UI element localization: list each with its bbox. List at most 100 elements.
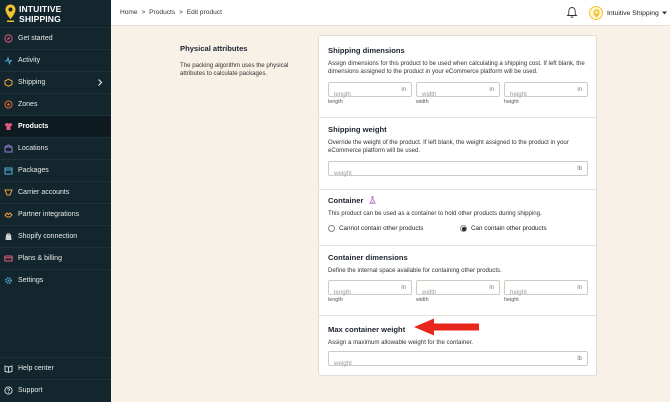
- shirt-icon: [4, 122, 13, 131]
- red-arrow-annotation: [414, 318, 479, 336]
- gear-icon: [4, 276, 13, 285]
- shipping-width-input[interactable]: [417, 88, 499, 101]
- sidebar-item-label: Partner integrations: [18, 211, 80, 218]
- container-dimensions-section: Container dimensions Define the internal…: [319, 246, 596, 316]
- radio-can-contain[interactable]: [460, 225, 467, 232]
- shipping-weight-input[interactable]: [329, 167, 587, 180]
- sidebar-nav: Get started Activity Shipping Zones Prod…: [0, 27, 111, 291]
- sidebar-item-label: Products: [18, 123, 49, 130]
- breadcrumb-home[interactable]: Home: [120, 9, 138, 16]
- max-container-weight-title: Max container weight: [328, 325, 406, 334]
- location-pin-icon: [5, 4, 16, 22]
- cannot-contain-option[interactable]: Cannot contain other products: [328, 225, 423, 232]
- max-container-weight-input[interactable]: [329, 357, 587, 370]
- caret-down-icon: [661, 11, 667, 15]
- shipping-weight-description: Override the weight of the product. If l…: [328, 139, 569, 154]
- compass-icon: [4, 34, 13, 43]
- account-avatar: [589, 6, 603, 20]
- location-pin-icon: [593, 8, 599, 18]
- brand-name: INTUITIVE SHIPPING: [19, 4, 61, 24]
- unit-label: in: [577, 285, 582, 291]
- sidebar-bottom-nav: Help center Support: [0, 357, 111, 401]
- shipping-width-field[interactable]: in: [416, 82, 500, 101]
- sidebar-item-products[interactable]: Products: [0, 115, 111, 137]
- sidebar-item-label: Activity: [18, 57, 41, 64]
- unit-label: in: [489, 87, 494, 93]
- shipping-weight-section: Shipping weight Override the weight of t…: [319, 118, 596, 190]
- sidebar-item-locations[interactable]: Locations: [0, 137, 111, 159]
- sidebar-item-get-started[interactable]: Get started: [0, 27, 111, 49]
- sidebar-item-support[interactable]: Support: [0, 379, 111, 401]
- package-icon: [4, 166, 13, 175]
- width-label: width: [416, 99, 429, 105]
- breadcrumb-products[interactable]: Products: [149, 9, 175, 16]
- sidebar-item-carrier-accounts[interactable]: Carrier accounts: [0, 181, 111, 203]
- carrier-icon: [4, 188, 13, 197]
- container-width-input[interactable]: [417, 286, 499, 299]
- max-container-weight-description: Assign a maximum allowable weight for th…: [328, 339, 473, 346]
- max-container-weight-field[interactable]: lb: [328, 351, 588, 370]
- breadcrumb-separator: >: [179, 9, 183, 16]
- top-bar: Home > Products > Edit product Intuitive…: [111, 0, 670, 26]
- shipping-weight-field[interactable]: lb: [328, 161, 588, 180]
- unit-label: in: [489, 285, 494, 291]
- chevron-right-icon: [98, 79, 103, 86]
- sidebar-item-label: Zones: [18, 101, 38, 108]
- brand-logo[interactable]: INTUITIVE SHIPPING: [5, 4, 105, 26]
- unit-label: in: [401, 87, 406, 93]
- sidebar-item-label: Settings: [18, 277, 44, 284]
- container-height-field[interactable]: in: [504, 280, 588, 299]
- locations-icon: [4, 144, 13, 153]
- sidebar-item-help-center[interactable]: Help center: [0, 357, 111, 379]
- section-description: The packing algorithm uses the physical …: [180, 62, 289, 77]
- sidebar-item-label: Support: [18, 387, 43, 394]
- sidebar-item-activity[interactable]: Activity: [0, 49, 111, 71]
- sidebar-item-label: Shopify connection: [18, 233, 78, 240]
- container-dimensions-description: Define the internal space available for …: [328, 267, 502, 274]
- container-width-field[interactable]: in: [416, 280, 500, 299]
- sidebar-item-label: Shipping: [18, 79, 46, 86]
- help-icon: [4, 386, 13, 395]
- unit-label: lb: [577, 356, 582, 362]
- radio-label: Can contain other products: [471, 225, 547, 232]
- shipping-icon: [4, 78, 13, 87]
- billing-icon: [4, 254, 13, 263]
- shipping-weight-title: Shipping weight: [328, 125, 387, 134]
- sidebar-item-shipping[interactable]: Shipping: [0, 71, 111, 93]
- sidebar-item-label: Plans & billing: [18, 255, 62, 262]
- shipping-dimensions-description: Assign dimensions for this product to be…: [328, 60, 585, 75]
- shipping-length-field[interactable]: in: [328, 82, 412, 101]
- container-length-field[interactable]: in: [328, 280, 412, 299]
- partner-icon: [4, 210, 13, 219]
- container-section: Container This product can be used as a …: [319, 190, 596, 246]
- breadcrumb: Home > Products > Edit product: [120, 9, 224, 16]
- section-heading: Physical attributes: [180, 44, 248, 53]
- sidebar-item-label: Locations: [18, 145, 48, 152]
- sidebar-item-packages[interactable]: Packages: [0, 159, 111, 181]
- sidebar-item-zones[interactable]: Zones: [0, 93, 111, 115]
- shipping-dimensions-title: Shipping dimensions: [328, 46, 405, 55]
- activity-icon: [4, 56, 13, 65]
- sidebar-item-settings[interactable]: Settings: [0, 269, 111, 291]
- radio-cannot-contain[interactable]: [328, 225, 335, 232]
- sidebar-item-shopify-connection[interactable]: Shopify connection: [0, 225, 111, 247]
- unit-label: lb: [577, 166, 582, 172]
- shipping-height-field[interactable]: in: [504, 82, 588, 101]
- shipping-dimensions-section: Shipping dimensions Assign dimensions fo…: [319, 36, 596, 118]
- zones-icon: [4, 100, 13, 109]
- height-label: height: [504, 297, 519, 303]
- book-icon: [4, 364, 13, 373]
- unit-label: in: [401, 285, 406, 291]
- shopify-icon: [4, 232, 13, 241]
- account-menu[interactable]: Intuitive Shipping: [589, 4, 667, 22]
- sidebar-item-partner-integrations[interactable]: Partner integrations: [0, 203, 111, 225]
- brand-line-2: SHIPPING: [19, 13, 61, 24]
- can-contain-option[interactable]: Can contain other products: [460, 225, 547, 232]
- account-name: Intuitive Shipping: [607, 9, 659, 17]
- sidebar-item-label: Get started: [18, 35, 53, 42]
- container-dimensions-title: Container dimensions: [328, 253, 408, 262]
- sidebar-item-label: Carrier accounts: [18, 189, 70, 196]
- container-title-text: Container: [328, 196, 364, 205]
- sidebar-item-plans-billing[interactable]: Plans & billing: [0, 247, 111, 269]
- bell-icon[interactable]: [566, 6, 578, 19]
